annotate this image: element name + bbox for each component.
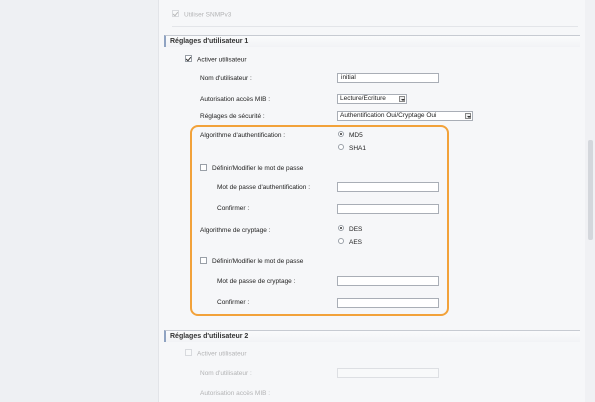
security-select[interactable]: Authentification Oui/Cryptage Oui	[337, 111, 473, 121]
enc-password-input[interactable]	[337, 276, 439, 286]
auth-algo-option-sha1[interactable]: SHA1	[338, 144, 366, 152]
highlight-frame	[190, 125, 449, 316]
user1-enable-checkbox[interactable]	[185, 55, 192, 62]
sha1-radio[interactable]	[338, 144, 344, 151]
enc-set-password-label: Définir/Modifier le mot de passe	[212, 258, 304, 266]
enc-confirm-input[interactable]	[337, 298, 439, 308]
aes-radio[interactable]	[338, 238, 344, 245]
sha1-label: SHA1	[349, 145, 366, 152]
security-value: Authentification Oui/Cryptage Oui	[340, 112, 437, 119]
left-background	[0, 0, 160, 402]
security-label: Réglages de sécurité :	[200, 113, 265, 120]
user2-section-header: Réglages d'utilisateur 2	[164, 330, 580, 342]
user1-enable-label: Activer utilisateur	[197, 56, 247, 64]
auth-password-input[interactable]	[337, 182, 439, 192]
auth-set-password-checkbox[interactable]	[200, 164, 207, 171]
username-label: Nom d'utilisateur :	[200, 75, 252, 82]
enc-algo-option-aes[interactable]: AES	[338, 238, 363, 246]
mib-access-label: Autorisation accès MIB :	[200, 96, 271, 103]
vertical-scrollbar[interactable]	[586, 0, 595, 402]
chevron-down-icon	[465, 113, 471, 119]
user2-enable-label: Activer utilisateur	[197, 350, 247, 358]
enc-set-password-row: Définir/Modifier le mot de passe	[200, 257, 304, 266]
auth-set-password-label: Définir/Modifier le mot de passe	[212, 165, 304, 173]
auth-algo-option-md5[interactable]: MD5	[338, 131, 363, 139]
scrollbar-thumb[interactable]	[588, 140, 593, 240]
user2-mib-access-label: Autorisation accès MIB :	[200, 390, 271, 397]
md5-radio[interactable]	[338, 131, 344, 138]
auth-password-label: Mot de passe d'authentification :	[217, 184, 311, 191]
auth-set-password-row: Définir/Modifier le mot de passe	[200, 164, 304, 173]
snmpv3-option: Utiliser SNMPv3	[172, 10, 232, 19]
enc-algo-option-des[interactable]: DES	[338, 225, 363, 233]
chevron-down-icon	[399, 96, 405, 102]
username-input[interactable]: initial	[337, 73, 439, 83]
user2-username-label: Nom d'utilisateur :	[200, 370, 252, 377]
auth-confirm-label: Confirmer :	[217, 205, 250, 212]
snmpv3-checkbox[interactable]	[172, 10, 179, 17]
enc-set-password-checkbox[interactable]	[200, 257, 207, 264]
enc-confirm-label: Confirmer :	[217, 299, 250, 306]
snmpv3-label: Utiliser SNMPv3	[184, 11, 232, 19]
enc-algo-label: Algorithme de cryptage :	[200, 227, 271, 234]
divider	[172, 26, 578, 27]
user2-enable-row: Activer utilisateur	[185, 349, 247, 358]
md5-label: MD5	[349, 132, 363, 139]
aes-label: AES	[349, 239, 363, 246]
user1-enable-row: Activer utilisateur	[185, 55, 247, 64]
auth-confirm-input[interactable]	[337, 204, 439, 214]
des-radio[interactable]	[338, 225, 344, 232]
enc-password-label: Mot de passe de cryptage :	[217, 278, 296, 285]
mib-access-select[interactable]: Lecture/Ecriture	[337, 94, 407, 104]
mib-access-value: Lecture/Ecriture	[340, 95, 386, 102]
des-label: DES	[349, 226, 363, 233]
user2-enable-checkbox[interactable]	[185, 349, 192, 356]
user2-username-input[interactable]	[337, 368, 439, 378]
user1-section-header: Réglages d'utilisateur 1	[164, 35, 580, 47]
auth-algo-label: Algorithme d'authentification :	[200, 132, 286, 139]
